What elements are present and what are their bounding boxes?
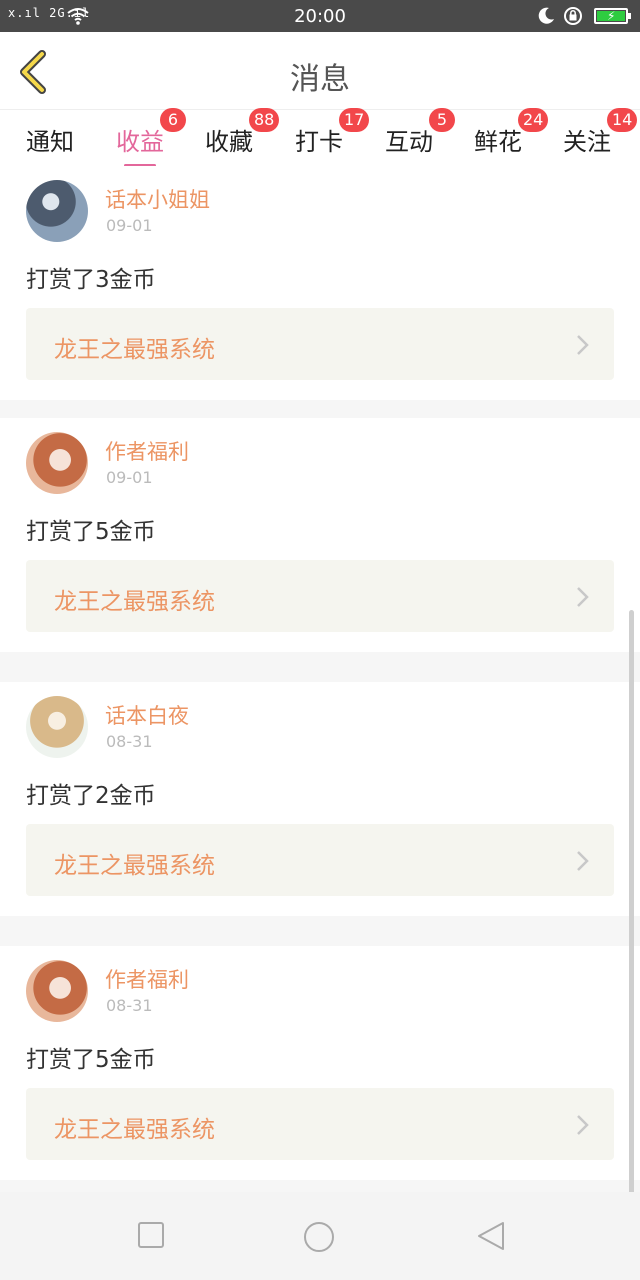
- avatar[interactable]: [26, 432, 88, 494]
- chevron-right-icon: [577, 335, 589, 355]
- page-title: 消息: [290, 62, 350, 97]
- count-badge: 6: [160, 108, 186, 132]
- tab-checkin[interactable]: 打卡 17: [295, 108, 370, 157]
- avatar[interactable]: [26, 180, 88, 242]
- avatar[interactable]: [26, 960, 88, 1022]
- sender-name[interactable]: 话本白夜: [105, 700, 189, 730]
- avatar[interactable]: [26, 696, 88, 758]
- book-link[interactable]: 龙王之最强系统: [26, 308, 614, 380]
- status-bar: x.ıl 2G.ıl 20:00 ⚡: [0, 0, 640, 32]
- message-card: 话本白夜 08-31 打赏了2金币 龙王之最强系统: [0, 682, 640, 916]
- message-date: 08-31: [106, 996, 153, 1015]
- message-card: 作者福利 08-31 打赏了5金币 龙王之最强系统: [0, 946, 640, 1180]
- book-title: 龙王之最强系统: [54, 1117, 215, 1143]
- message-text: 打赏了5金币: [26, 1047, 156, 1073]
- home-icon[interactable]: [302, 1220, 336, 1254]
- tab-favorites[interactable]: 收藏 88: [205, 108, 280, 157]
- chevron-right-icon: [577, 587, 589, 607]
- message-date: 09-01: [106, 468, 153, 487]
- count-badge: 17: [339, 108, 370, 132]
- tab-label: 通知: [26, 128, 74, 156]
- tab-label: 收益: [116, 128, 164, 156]
- rotation-lock-icon: [562, 5, 584, 31]
- tab-interactions[interactable]: 互动 5: [385, 108, 455, 157]
- book-link[interactable]: 龙王之最强系统: [26, 560, 614, 632]
- book-title: 龙王之最强系统: [54, 337, 215, 363]
- chevron-right-icon: [577, 1115, 589, 1135]
- count-badge: 14: [607, 108, 638, 132]
- category-tabs: 通知 收益 6 收藏 88 打卡 17 互动 5 鲜花 24 关注 14: [0, 108, 640, 167]
- tab-notifications[interactable]: 通知: [26, 122, 74, 157]
- tab-earnings[interactable]: 收益 6: [116, 108, 186, 167]
- app-header: 消息: [0, 32, 640, 110]
- tab-label: 关注: [563, 128, 611, 156]
- tab-label: 打卡: [295, 128, 343, 156]
- message-text: 打赏了5金币: [26, 519, 156, 545]
- count-badge: 5: [429, 108, 455, 132]
- tab-label: 鲜花: [474, 128, 522, 156]
- count-badge: 88: [249, 108, 280, 132]
- tab-flowers[interactable]: 鲜花 24: [474, 108, 549, 157]
- chevron-right-icon: [577, 851, 589, 871]
- scrollbar[interactable]: [629, 610, 634, 1205]
- message-date: 09-01: [106, 216, 153, 235]
- tab-label: 互动: [385, 128, 433, 156]
- moon-icon: [536, 6, 556, 30]
- book-title: 龙王之最强系统: [54, 589, 215, 615]
- book-link[interactable]: 龙王之最强系统: [26, 1088, 614, 1160]
- recent-apps-icon[interactable]: [136, 1220, 166, 1250]
- back-icon[interactable]: [476, 1220, 506, 1252]
- sender-name[interactable]: 话本小姐姐: [105, 184, 210, 214]
- message-date: 08-31: [106, 732, 153, 751]
- count-badge: 24: [518, 108, 549, 132]
- tab-follows[interactable]: 关注 14: [563, 108, 638, 157]
- message-text: 打赏了3金币: [26, 267, 156, 293]
- message-card: 作者福利 09-01 打赏了5金币 龙王之最强系统: [0, 418, 640, 652]
- tab-label: 收藏: [205, 128, 253, 156]
- message-text: 打赏了2金币: [26, 783, 156, 809]
- sender-name[interactable]: 作者福利: [105, 436, 189, 466]
- system-nav-bar: [0, 1192, 640, 1280]
- message-card: 话本小姐姐 09-01 打赏了3金币 龙王之最强系统: [0, 166, 640, 400]
- battery-charging-icon: ⚡: [594, 8, 631, 24]
- book-link[interactable]: 龙王之最强系统: [26, 824, 614, 896]
- sender-name[interactable]: 作者福利: [105, 964, 189, 994]
- book-title: 龙王之最强系统: [54, 853, 215, 879]
